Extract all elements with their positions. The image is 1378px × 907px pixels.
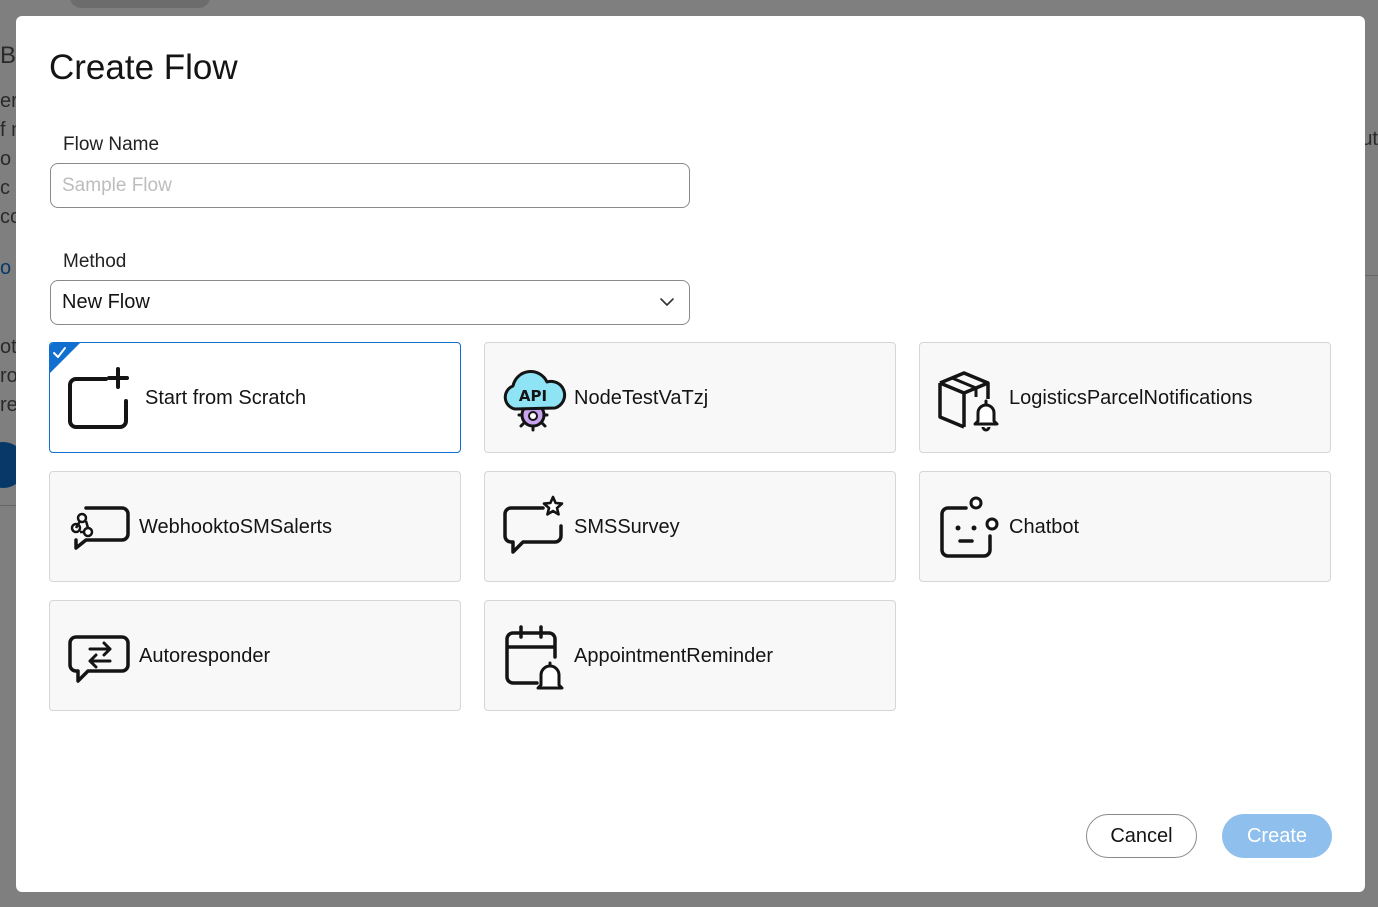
template-card-chatbot[interactable]: Chatbot — [919, 471, 1331, 582]
template-label: WebhooktoSMSalerts — [139, 516, 333, 538]
calendar-bell-icon — [505, 625, 564, 690]
flow-name-input[interactable] — [50, 163, 690, 208]
template-label: Autoresponder — [139, 645, 271, 667]
parcel-bell-icon — [938, 371, 999, 432]
template-label: LogisticsParcelNotifications — [1009, 387, 1253, 409]
template-card-start-from-scratch[interactable]: Start from Scratch — [49, 342, 461, 453]
dialog-title: Create Flow — [49, 48, 238, 87]
template-card-appointment-reminder[interactable]: AppointmentReminder — [484, 600, 896, 711]
template-card-sms-survey[interactable]: SMSSurvey — [484, 471, 896, 582]
method-selected-value: New Flow — [62, 291, 150, 313]
template-card-nodetestvatzj[interactable]: API NodeTestVaTzj — [484, 342, 896, 453]
cancel-button[interactable]: Cancel — [1086, 814, 1197, 858]
webhook-message-icon — [70, 506, 130, 550]
add-canvas-icon — [68, 367, 129, 429]
template-card-webhook-to-sms-alerts[interactable]: WebhooktoSMSalerts — [49, 471, 461, 582]
template-label: SMSSurvey — [574, 516, 680, 538]
create-flow-dialog: Create Flow Flow Name Method New Flow St… — [16, 16, 1365, 892]
svg-text:API: API — [519, 387, 547, 405]
template-label: Start from Scratch — [145, 387, 307, 409]
template-card-autoresponder[interactable]: Autoresponder — [49, 600, 461, 711]
template-label: AppointmentReminder — [574, 645, 773, 667]
message-star-icon — [503, 495, 564, 554]
flow-name-label: Flow Name — [63, 134, 160, 155]
method-select[interactable]: New Flow — [50, 280, 690, 325]
bot-icon — [940, 496, 999, 558]
chevron-down-icon — [660, 298, 674, 306]
create-button[interactable]: Create — [1222, 814, 1332, 858]
template-label: Chatbot — [1009, 516, 1080, 538]
api-cloud-icon: API — [503, 370, 567, 432]
template-card-logistics-parcel-notifications[interactable]: LogisticsParcelNotifications — [919, 342, 1331, 453]
method-label: Method — [63, 251, 127, 272]
template-label: NodeTestVaTzj — [574, 387, 709, 409]
message-arrows-icon — [68, 635, 130, 683]
